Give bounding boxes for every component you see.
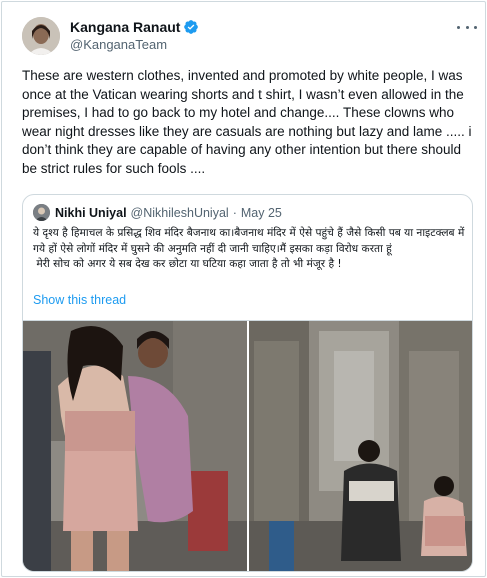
media-image-1[interactable] (23, 321, 247, 571)
quoted-author-avatar (33, 204, 50, 221)
quoted-media[interactable] (23, 320, 472, 571)
author-handle[interactable]: @KanganaTeam (70, 37, 167, 52)
quoted-date[interactable]: May 25 (241, 206, 282, 220)
show-thread-link[interactable]: Show this thread (33, 293, 126, 307)
tweet-header: Kangana Ranaut @KanganaTeam (22, 15, 477, 57)
author-name[interactable]: Kangana Ranaut (70, 19, 180, 35)
tweet-card[interactable]: Kangana Ranaut @KanganaTeam These are we… (1, 1, 486, 577)
media-image-2[interactable] (248, 321, 472, 571)
quoted-separator: · (232, 205, 237, 220)
quoted-text: ये दृश्य है हिमाचल के प्रसिद्ध शिव मंदिर… (33, 227, 465, 270)
quoted-tweet[interactable]: Nikhi Uniyal @NikhileshUniyal · May 25 य… (22, 194, 473, 572)
verified-badge-icon (184, 20, 199, 34)
quoted-author-name[interactable]: Nikhi Uniyal (55, 206, 127, 220)
tweet-text: These are western clothes, invented and … (22, 68, 476, 176)
quoted-header: Nikhi Uniyal @NikhileshUniyal · May 25 (33, 204, 282, 221)
more-options-icon[interactable] (457, 19, 477, 35)
quoted-author-handle[interactable]: @NikhileshUniyal (131, 206, 229, 220)
author-avatar[interactable] (22, 17, 60, 55)
